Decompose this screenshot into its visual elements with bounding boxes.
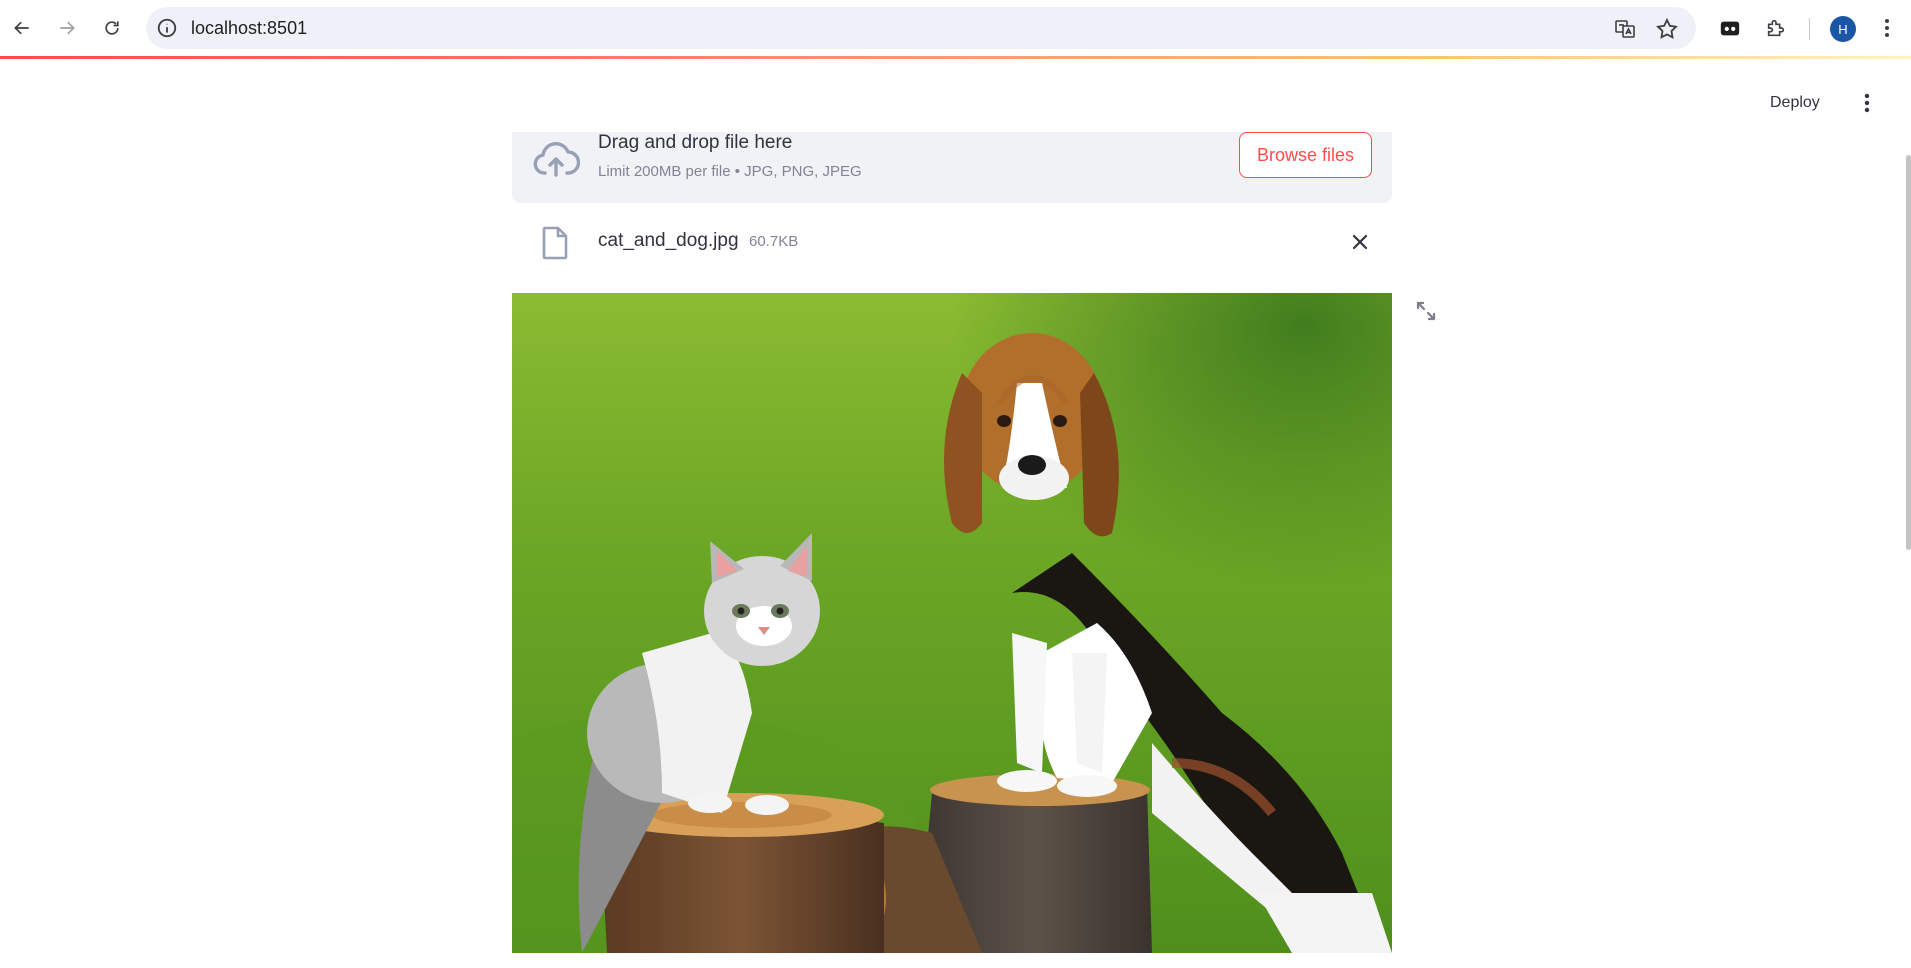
reload-icon [105, 21, 119, 35]
dropzone-limits: Limit 200MB per file • JPG, PNG, JPEG [598, 163, 862, 180]
extensions-icon [1767, 19, 1785, 37]
dropzone-title: Drag and drop file here [598, 132, 793, 153]
file-icon [542, 226, 568, 260]
uploaded-file-row: cat_and_dog.jpg 60.7KB [512, 220, 1392, 264]
forward-button[interactable] [51, 12, 83, 44]
cloud-upload-icon [533, 142, 580, 177]
forward-icon [60, 21, 75, 35]
main-menu-icon [1864, 93, 1870, 113]
address-bar[interactable]: localhost:8501 [146, 7, 1696, 49]
browse-files-button[interactable]: Browse files [1239, 132, 1372, 178]
file-name: cat_and_dog.jpg [598, 230, 739, 251]
translate-icon[interactable] [1613, 17, 1637, 41]
browser-menu-button[interactable] [1873, 14, 1901, 42]
tab-search-button[interactable] [1716, 14, 1744, 42]
app-loading-bar [0, 56, 1911, 59]
deploy-button[interactable]: Deploy [1770, 90, 1820, 116]
fullscreen-icon[interactable] [1414, 299, 1438, 323]
uploaded-image [512, 293, 1392, 953]
reload-button[interactable] [96, 12, 128, 44]
site-info-icon[interactable] [156, 17, 178, 39]
menu-icon [1885, 19, 1889, 37]
app-menu-button[interactable] [1857, 90, 1877, 116]
tab-search-icon [1720, 21, 1740, 36]
file-dropzone[interactable]: Drag and drop file here Limit 200MB per … [512, 132, 1392, 203]
bookmark-star-icon[interactable] [1655, 17, 1679, 41]
url-text: localhost:8501 [191, 18, 308, 38]
extensions-button[interactable] [1762, 14, 1790, 42]
remove-file-icon[interactable] [1348, 230, 1372, 254]
back-button[interactable] [6, 12, 38, 44]
profile-avatar[interactable]: H [1830, 16, 1856, 42]
browser-toolbar: localhost:8501 H [0, 0, 1911, 58]
page-scrollbar[interactable] [1906, 155, 1911, 550]
back-icon [14, 21, 29, 35]
file-size: 60.7KB [749, 233, 799, 250]
toolbar-separator [1809, 18, 1810, 40]
